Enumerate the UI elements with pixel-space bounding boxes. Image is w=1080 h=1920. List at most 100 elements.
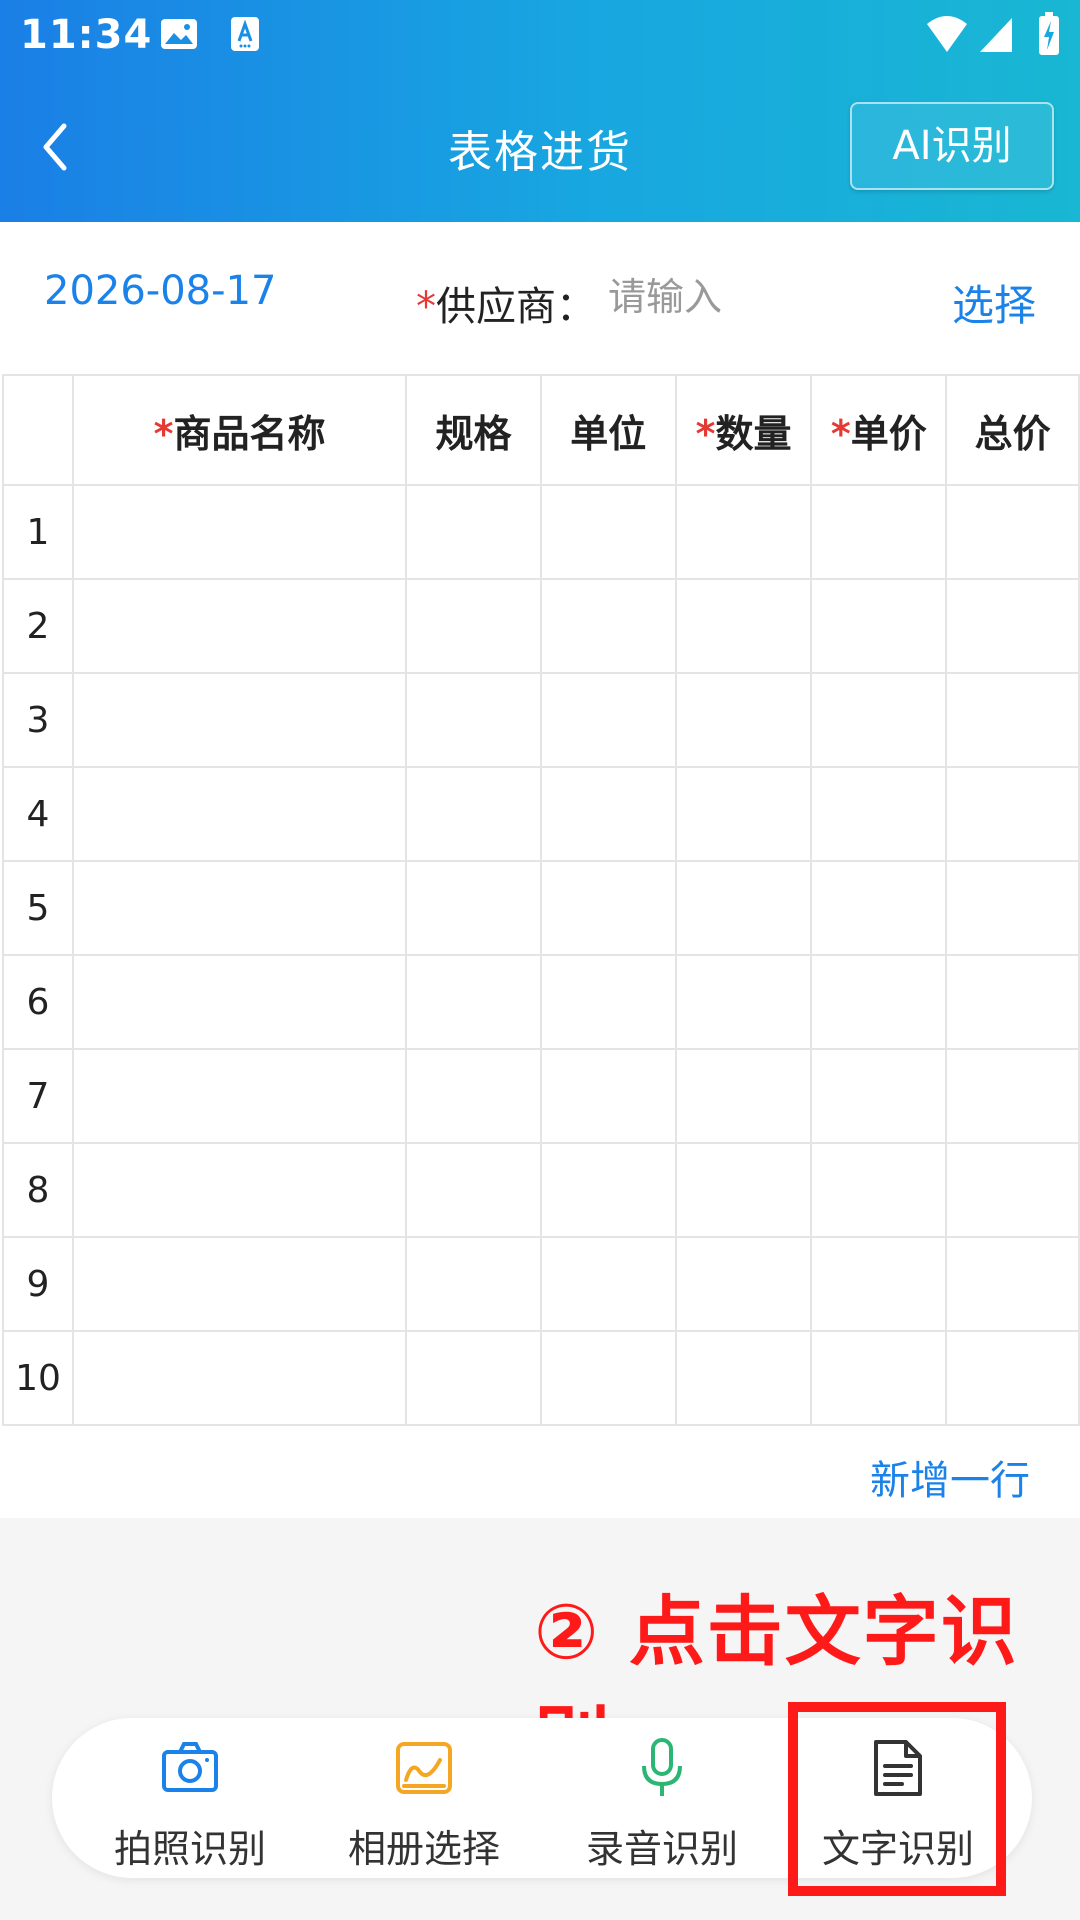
wifi-icon (927, 16, 967, 52)
required-star: * (153, 411, 174, 456)
table-cell[interactable] (539, 1048, 677, 1144)
document-icon (874, 1740, 922, 1796)
select-supplier-button[interactable]: 选择 (952, 272, 1036, 333)
table-cell[interactable] (405, 860, 542, 956)
table-cell[interactable] (674, 766, 813, 862)
table-cell[interactable] (71, 766, 408, 862)
text-recognize-button[interactable]: 文字识别 (798, 1718, 998, 1878)
table-cell[interactable] (810, 860, 948, 956)
table-cell[interactable] (674, 1236, 813, 1332)
column-header: 总价 (945, 374, 1080, 486)
table-cell[interactable] (674, 954, 813, 1050)
table-cell[interactable] (405, 1048, 542, 1144)
column-header-label: 总价 (974, 411, 1051, 456)
nav-bar: 表格进货 AI识别 (0, 72, 1080, 222)
column-header: *数量 (674, 374, 813, 486)
table-cell[interactable] (71, 484, 408, 580)
tool-label: 相册选择 (347, 1827, 500, 1871)
table-cell[interactable] (71, 578, 408, 674)
app-header: 11:34 表格进货 AI识别 (0, 0, 1080, 222)
table-cell[interactable] (71, 1048, 408, 1144)
table-cell[interactable] (945, 672, 1080, 768)
table-cell[interactable] (810, 578, 948, 674)
signal-icon (980, 18, 1012, 52)
table-cell[interactable] (405, 1236, 542, 1332)
table-cell[interactable] (810, 1142, 948, 1238)
table-cell[interactable] (810, 954, 948, 1050)
table-cell[interactable] (810, 1236, 948, 1332)
table-cell[interactable] (945, 1048, 1080, 1144)
table-cell[interactable] (71, 672, 408, 768)
table-body: 1 2 3 4 5 6 7 8 9 10 (2, 484, 1080, 1426)
bottom-toolbar: 拍照识别 相册选择 录音识别 文字识别 (52, 1718, 1032, 1878)
table-cell[interactable] (945, 954, 1080, 1050)
voice-recognize-button[interactable]: 录音识别 (562, 1718, 762, 1878)
table-cell[interactable] (810, 1048, 948, 1144)
table-cell[interactable] (405, 578, 542, 674)
add-row-button[interactable]: 新增一行 (870, 1448, 1030, 1506)
photo-recognize-button[interactable]: 拍照识别 (90, 1718, 290, 1878)
table-cell[interactable] (674, 578, 813, 674)
camera-icon (162, 1742, 218, 1792)
table-cell[interactable] (945, 484, 1080, 580)
required-star: * (416, 284, 436, 330)
table-cell[interactable] (945, 766, 1080, 862)
gallery-icon (396, 1742, 452, 1794)
table-cell[interactable] (539, 578, 677, 674)
table-cell[interactable] (674, 672, 813, 768)
table-cell[interactable] (945, 1236, 1080, 1332)
column-header: 单位 (539, 374, 677, 486)
table-cell[interactable] (539, 860, 677, 956)
table-cell[interactable] (674, 860, 813, 956)
table-cell[interactable] (539, 1142, 677, 1238)
table-cell[interactable] (405, 954, 542, 1050)
table-cell[interactable] (405, 672, 542, 768)
table-cell[interactable] (810, 484, 948, 580)
table-cell[interactable] (71, 1236, 408, 1332)
table-cell[interactable] (674, 1330, 813, 1426)
row-number: 3 (2, 672, 74, 768)
table-cell[interactable] (539, 484, 677, 580)
date-picker[interactable]: 2026-08-17 (44, 268, 276, 314)
table-cell[interactable] (405, 484, 542, 580)
table-cell[interactable] (945, 1330, 1080, 1426)
table-cell[interactable] (539, 672, 677, 768)
purchase-form-row: 2026-08-17 *供应商： 选择 (0, 222, 1080, 372)
ai-recognize-button[interactable]: AI识别 (850, 102, 1054, 190)
supplier-input[interactable] (606, 268, 930, 326)
table-cell[interactable] (71, 1142, 408, 1238)
table-row: 1 (2, 484, 1080, 580)
tool-label: 文字识别 (821, 1827, 974, 1871)
table-cell[interactable] (674, 1142, 813, 1238)
table-cell[interactable] (405, 766, 542, 862)
table-cell[interactable] (71, 954, 408, 1050)
table-cell[interactable] (405, 1330, 542, 1426)
table-cell[interactable] (539, 1236, 677, 1332)
table-cell[interactable] (539, 954, 677, 1050)
column-header-label: 规格 (435, 411, 512, 456)
tool-label: 拍照识别 (113, 1827, 266, 1871)
row-number: 8 (2, 1142, 74, 1238)
table-cell[interactable] (945, 578, 1080, 674)
table-cell[interactable] (674, 484, 813, 580)
table-cell[interactable] (810, 766, 948, 862)
table-cell[interactable] (539, 1330, 677, 1426)
column-header: 规格 (405, 374, 542, 486)
column-header-index (2, 374, 74, 486)
table-cell[interactable] (539, 766, 677, 862)
table-cell[interactable] (674, 1048, 813, 1144)
column-header-label: 数量 (715, 411, 792, 456)
table-cell[interactable] (71, 860, 408, 956)
required-star: * (830, 411, 851, 456)
album-select-button[interactable]: 相册选择 (324, 1718, 524, 1878)
image-notification-icon (161, 19, 197, 49)
main-content: 2026-08-17 *供应商： 选择 *商品名称规格单位*数量*单价总价 12… (0, 222, 1080, 1518)
table-cell[interactable] (71, 1330, 408, 1426)
table-cell[interactable] (945, 1142, 1080, 1238)
table-cell[interactable] (810, 1330, 948, 1426)
table-row: 6 (2, 954, 1080, 1050)
table-cell[interactable] (810, 672, 948, 768)
table-row: 5 (2, 860, 1080, 956)
table-cell[interactable] (945, 860, 1080, 956)
table-cell[interactable] (405, 1142, 542, 1238)
